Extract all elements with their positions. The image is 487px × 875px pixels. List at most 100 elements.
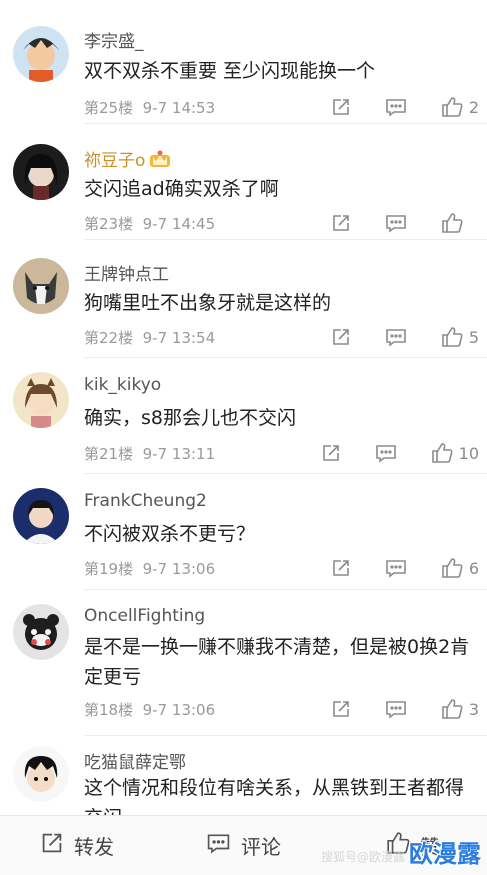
comment-icon (385, 699, 407, 719)
comment-text: 双不双杀不重要 至少闪现能换一个 (84, 60, 376, 82)
share-button[interactable] (331, 699, 351, 719)
like-button[interactable] (441, 212, 479, 234)
comment-meta: 第22楼 9-7 13:54 (84, 327, 215, 348)
thumbs-up-icon (441, 96, 463, 118)
comment-meta: 第23楼 9-7 14:45 (84, 213, 215, 234)
comment-icon (385, 213, 407, 233)
thumbs-up-icon (441, 326, 463, 348)
username[interactable]: 祢豆子o (84, 146, 171, 173)
like-count: 6 (468, 558, 479, 578)
repost-button[interactable]: 转发 (40, 816, 114, 875)
avatar[interactable] (13, 604, 69, 660)
comment-text: 狗嘴里吐不出象牙就是这样的 (84, 292, 332, 314)
like-count: 2 (468, 97, 479, 117)
share-icon (331, 327, 351, 347)
share-button[interactable] (321, 443, 341, 463)
watermark-source: 搜狐号@欧漫露 (320, 850, 405, 864)
share-button[interactable] (331, 97, 351, 117)
avatar[interactable] (13, 372, 69, 428)
comment-icon (206, 832, 241, 859)
timestamp: 9-7 14:53 (142, 99, 216, 117)
reply-button[interactable] (385, 213, 407, 233)
share-button[interactable] (331, 558, 351, 578)
timestamp: 9-7 13:11 (142, 445, 216, 463)
thumbs-up-icon (431, 442, 453, 464)
comment-icon (375, 443, 397, 463)
timestamp: 9-7 13:54 (142, 329, 216, 347)
thumbs-up-icon (441, 557, 463, 579)
reply-button[interactable] (385, 558, 407, 578)
reply-button[interactable] (385, 327, 407, 347)
comment-label: 评论 (241, 835, 281, 859)
username[interactable]: kik_kikyo (84, 375, 161, 395)
watermark: 搜狐号@欧漫露 欧漫露 (321, 834, 481, 869)
comment-meta: 第21楼 9-7 13:11 (84, 443, 215, 464)
comment-actions: 2 (297, 96, 479, 118)
avatar[interactable] (13, 144, 69, 200)
username[interactable]: FrankCheung2 (84, 491, 207, 511)
comment-actions: 10 (287, 442, 479, 464)
watermark-logo: 欧漫露 (409, 840, 481, 868)
like-button[interactable]: 10 (431, 442, 479, 464)
comment-list: 李宗盛_ 双不双杀不重要 至少闪现能换一个 第25楼 9-7 14:53 2 祢… (0, 0, 487, 815)
comment-item: 祢豆子o 交闪追ad确实双杀了啊 第23楼 9-7 14:45 (0, 124, 487, 240)
comment-icon (385, 558, 407, 578)
comment-meta: 第25楼 9-7 14:53 (84, 97, 215, 118)
username[interactable]: OncellFighting (84, 606, 205, 626)
comment-button[interactable]: 评论 (206, 816, 281, 875)
floor-number: 第21楼 (84, 445, 134, 463)
share-button[interactable] (331, 213, 351, 233)
like-button[interactable]: 5 (441, 326, 479, 348)
username[interactable]: 李宗盛_ (84, 27, 144, 52)
comment-meta: 第18楼 9-7 13:06 (84, 699, 215, 720)
comment-text: 是不是一换一赚不赚我不清楚，但是被0换2肯定更亏 (84, 636, 470, 688)
like-button[interactable]: 2 (441, 96, 479, 118)
comment-text: 确实，s8那会儿也不交闪 (84, 407, 296, 429)
share-icon (331, 97, 351, 117)
floor-number: 第19楼 (84, 560, 134, 578)
comment-item: 李宗盛_ 双不双杀不重要 至少闪现能换一个 第25楼 9-7 14:53 2 (0, 0, 487, 124)
comment-item: kik_kikyo 确实，s8那会儿也不交闪 第21楼 9-7 13:11 10 (0, 358, 487, 474)
comment-meta: 第19楼 9-7 13:06 (84, 558, 215, 579)
comment-item: 王牌钟点工 狗嘴里吐不出象牙就是这样的 第22楼 9-7 13:54 5 (0, 240, 487, 358)
avatar[interactable] (13, 258, 69, 314)
floor-number: 第23楼 (84, 215, 134, 233)
comment-text: 这个情况和段位有啥关系，从黑铁到王者都得交闪 (84, 777, 465, 815)
like-count: 5 (468, 327, 479, 347)
comment-actions: 5 (297, 326, 479, 348)
comment-actions (297, 212, 479, 234)
share-icon (321, 443, 341, 463)
comment-actions: 6 (297, 557, 479, 579)
comment-icon (385, 97, 407, 117)
reply-button[interactable] (385, 699, 407, 719)
comment-item: FrankCheung2 不闪被双杀不更亏？ 第19楼 9-7 13:06 6 (0, 474, 487, 590)
share-icon (331, 558, 351, 578)
reply-button[interactable] (385, 97, 407, 117)
like-button[interactable]: 3 (441, 698, 479, 720)
comment-text: 不闪被双杀不更亏？ (84, 523, 256, 545)
like-button[interactable]: 6 (441, 557, 479, 579)
thumbs-up-icon (441, 212, 463, 234)
floor-number: 第18楼 (84, 701, 134, 719)
floor-number: 第22楼 (84, 329, 134, 347)
username[interactable]: 吃猫鼠薛定鄂 (84, 748, 186, 773)
username[interactable]: 王牌钟点工 (84, 260, 169, 285)
avatar[interactable] (13, 488, 69, 544)
timestamp: 9-7 14:45 (142, 215, 216, 233)
username-text[interactable]: 祢豆子o (84, 151, 145, 171)
like-count: 3 (468, 699, 479, 719)
comment-actions: 3 (297, 698, 479, 720)
share-icon (40, 831, 74, 860)
reply-button[interactable] (375, 443, 397, 463)
comment-icon (385, 327, 407, 347)
thumbs-up-icon (441, 698, 463, 720)
vip-crown-icon (149, 150, 171, 173)
comment-item: OncellFighting 是不是一换一赚不赚我不清楚，但是被0换2肯定更亏 … (0, 590, 487, 736)
like-count: 10 (458, 443, 479, 463)
share-button[interactable] (331, 327, 351, 347)
avatar[interactable] (13, 746, 69, 802)
bottom-action-bar: 转发 评论 赞 搜狐号@欧漫露 欧漫露 (0, 815, 487, 875)
timestamp: 9-7 13:06 (142, 701, 216, 719)
share-icon (331, 213, 351, 233)
avatar[interactable] (13, 26, 69, 82)
